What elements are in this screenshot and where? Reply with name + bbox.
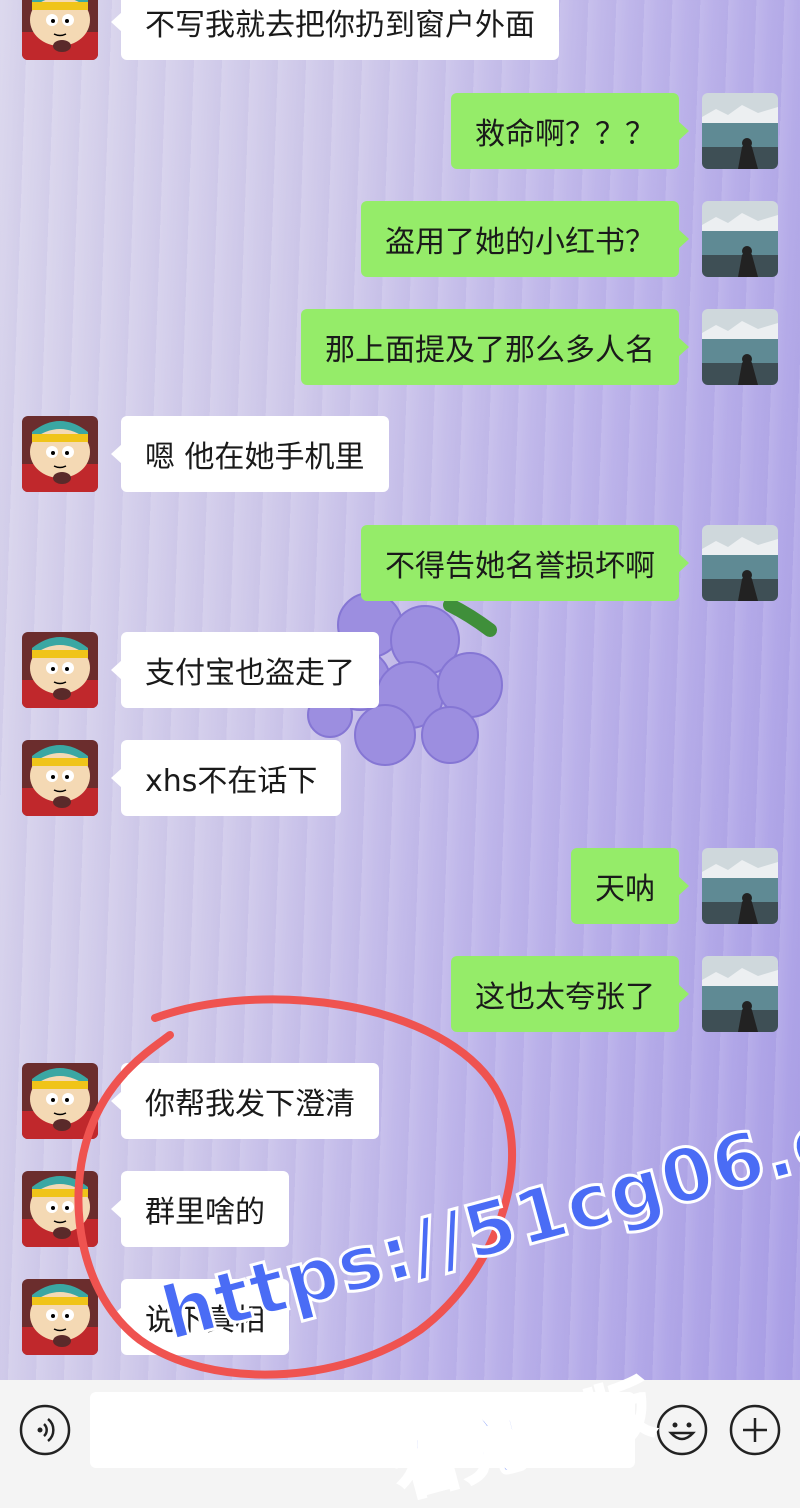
landscape-avatar-icon bbox=[702, 201, 778, 277]
sent-message-bubble[interactable]: 盗用了她的小红书？ bbox=[361, 201, 689, 277]
cartoon-avatar-icon bbox=[22, 1279, 98, 1355]
message-row: 不得告她名誉损坏啊 bbox=[0, 525, 800, 601]
voice-icon[interactable] bbox=[18, 1403, 72, 1457]
avatar[interactable] bbox=[22, 632, 98, 708]
landscape-avatar-icon bbox=[702, 848, 778, 924]
message-row: 嗯 他在她手机里 bbox=[0, 416, 800, 492]
cartoon-avatar-icon bbox=[22, 0, 98, 60]
message-input[interactable] bbox=[90, 1392, 635, 1468]
landscape-avatar-icon bbox=[702, 93, 778, 169]
message-row: 那上面提及了那么多人名 bbox=[0, 309, 800, 385]
cartoon-avatar-icon bbox=[22, 1063, 98, 1139]
sent-message-bubble[interactable]: 不得告她名誉损坏啊 bbox=[361, 525, 689, 601]
landscape-avatar-icon bbox=[702, 525, 778, 601]
received-message-bubble[interactable]: 支付宝也盗走了 bbox=[111, 632, 379, 708]
received-message-bubble[interactable]: 你帮我发下澄清 bbox=[111, 1063, 379, 1139]
received-message-bubble[interactable]: 说下真相 bbox=[111, 1279, 289, 1355]
sent-message-bubble[interactable]: 那上面提及了那么多人名 bbox=[301, 309, 689, 385]
message-input-bar bbox=[0, 1380, 800, 1508]
cartoon-avatar-icon bbox=[22, 740, 98, 816]
message-row: 说下真相 bbox=[0, 1279, 800, 1355]
received-message-bubble[interactable]: xhs不在话下 bbox=[110, 740, 342, 816]
sent-message-bubble[interactable]: 救命啊？？？ bbox=[451, 93, 689, 169]
sent-message-bubble[interactable]: 这也太夸张了 bbox=[451, 956, 689, 1032]
avatar[interactable] bbox=[702, 525, 778, 601]
landscape-avatar-icon bbox=[702, 956, 778, 1032]
avatar[interactable] bbox=[22, 1063, 98, 1139]
avatar[interactable] bbox=[22, 740, 98, 816]
avatar[interactable] bbox=[702, 956, 778, 1032]
plus-icon[interactable] bbox=[728, 1403, 782, 1457]
message-row: xhs不在话下 bbox=[0, 740, 800, 816]
cartoon-avatar-icon bbox=[22, 632, 98, 708]
avatar[interactable] bbox=[22, 1279, 98, 1355]
avatar[interactable] bbox=[702, 848, 778, 924]
avatar[interactable] bbox=[22, 416, 98, 492]
message-row: 不写我就去把你扔到窗户外面 bbox=[0, 0, 800, 60]
avatar[interactable] bbox=[22, 0, 98, 60]
chat-message-list[interactable]: 不写我就去把你扔到窗户外面 救命啊？？？ 盗用了她的小红书？ 那上面提及了那么多… bbox=[0, 0, 800, 1380]
message-row: 天呐 bbox=[0, 848, 800, 924]
received-message-bubble[interactable]: 群里啥的 bbox=[111, 1171, 289, 1247]
message-row: 你帮我发下澄清 bbox=[0, 1063, 800, 1139]
message-row: 救命啊？？？ bbox=[0, 93, 800, 169]
received-message-bubble[interactable]: 不写我就去把你扔到窗户外面 bbox=[111, 0, 559, 60]
message-row: 盗用了她的小红书？ bbox=[0, 201, 800, 277]
message-row: 支付宝也盗走了 bbox=[0, 632, 800, 708]
avatar[interactable] bbox=[702, 93, 778, 169]
received-message-bubble[interactable]: 嗯 他在她手机里 bbox=[111, 416, 389, 492]
avatar[interactable] bbox=[22, 1171, 98, 1247]
sent-message-bubble[interactable]: 天呐 bbox=[571, 848, 689, 924]
message-row: 这也太夸张了 bbox=[0, 956, 800, 1032]
emoji-icon[interactable] bbox=[655, 1403, 709, 1457]
avatar[interactable] bbox=[702, 309, 778, 385]
message-row: 群里啥的 bbox=[0, 1171, 800, 1247]
cartoon-avatar-icon bbox=[22, 416, 98, 492]
landscape-avatar-icon bbox=[702, 309, 778, 385]
avatar[interactable] bbox=[702, 201, 778, 277]
cartoon-avatar-icon bbox=[22, 1171, 98, 1247]
